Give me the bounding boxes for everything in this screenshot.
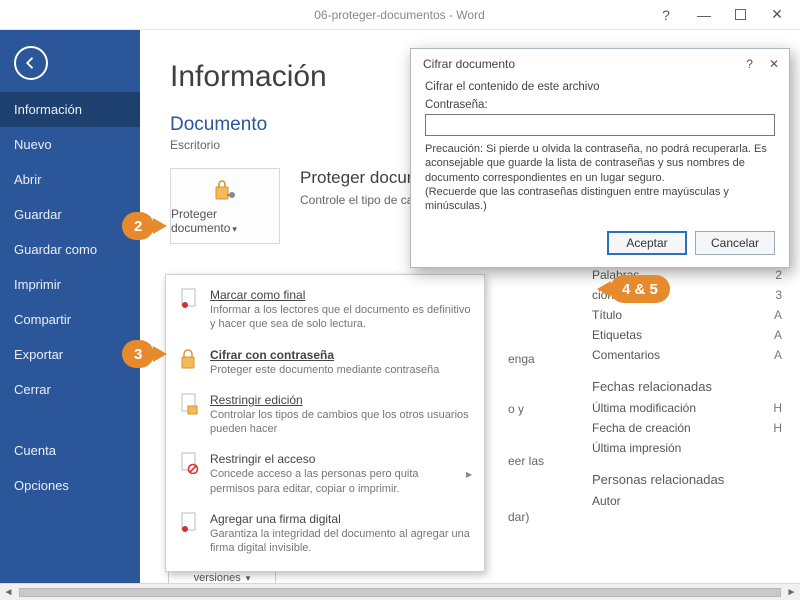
callout-4-5: 4 & 5 [597, 275, 670, 303]
ok-button[interactable]: Aceptar [607, 231, 687, 255]
scrollbar-thumb[interactable] [19, 588, 781, 597]
dd-encrypt-password[interactable]: Cifrar con contraseñaProteger este docum… [166, 341, 484, 386]
dialog-help-icon[interactable]: ? [746, 57, 753, 71]
password-input[interactable] [425, 114, 775, 136]
dialog-close-button[interactable]: ✕ [769, 57, 779, 71]
encrypt-dialog: Cifrar documento ? ✕ Cifrar el contenido… [410, 48, 790, 268]
callout-2: 2 [122, 212, 167, 240]
dd-mark-final[interactable]: Marcar como finalInformar a los lectores… [166, 281, 484, 341]
chevron-right-icon: ▸ [466, 467, 472, 481]
dialog-title: Cifrar documento [423, 57, 515, 71]
maximize-button[interactable] [735, 9, 746, 20]
sidebar-item-export[interactable]: Exportar [0, 337, 140, 372]
cancel-button[interactable]: Cancelar [695, 231, 775, 255]
close-button[interactable]: ✕ [770, 6, 784, 23]
sidebar-item-close[interactable]: Cerrar [0, 372, 140, 407]
callout-3: 3 [122, 340, 167, 368]
chevron-down-icon: ▾ [246, 573, 251, 583]
chevron-down-icon: ▾ [232, 224, 237, 234]
sidebar-item-share[interactable]: Compartir [0, 302, 140, 337]
protect-button-label: Proteger documento▾ [171, 207, 279, 235]
lock-key-icon [210, 177, 240, 203]
document-lock-icon [178, 393, 200, 437]
sidebar-item-saveas[interactable]: Guardar como [0, 232, 140, 267]
document-ribbon-icon [178, 288, 200, 332]
dialog-subtitle: Cifrar el contenido de este archivo [425, 81, 775, 93]
sidebar-item-new[interactable]: Nuevo [0, 127, 140, 162]
sidebar-item-options[interactable]: Opciones [0, 468, 140, 503]
horizontal-scrollbar[interactable]: ◄ ► [0, 583, 800, 600]
back-button[interactable] [14, 46, 48, 80]
lock-key-icon [178, 348, 200, 377]
sidebar-item-account[interactable]: Cuenta [0, 433, 140, 468]
bg-text: o y [508, 402, 524, 416]
minimize-button[interactable]: — [697, 7, 711, 23]
help-icon[interactable]: ? [659, 7, 673, 23]
sidebar-item-open[interactable]: Abrir [0, 162, 140, 197]
scroll-left-icon[interactable]: ◄ [0, 587, 17, 598]
bg-text: dar) [508, 510, 529, 524]
window-title: 06-proteger-documentos - Word [140, 8, 659, 22]
backstage-sidebar: Información Nuevo Abrir Guardar Guardar … [0, 30, 140, 600]
document-block-icon [178, 452, 200, 496]
bg-text: eer las [508, 454, 544, 468]
sidebar-item-save[interactable]: Guardar [0, 197, 140, 232]
dialog-warning: Precaución: Si pierde u olvida la contra… [425, 142, 775, 213]
sidebar-item-print[interactable]: Imprimir [0, 267, 140, 302]
dd-restrict-access[interactable]: Restringir el accesoConcede acceso a las… [166, 445, 484, 505]
document-ribbon-icon [178, 512, 200, 556]
title-bar: 06-proteger-documentos - Word ? — ✕ [0, 0, 800, 30]
scroll-right-icon[interactable]: ► [783, 587, 800, 598]
dates-header: Fechas relacionadas [592, 379, 782, 394]
people-header: Personas relacionadas [592, 472, 782, 487]
sidebar-item-info[interactable]: Información [0, 92, 140, 127]
protect-dropdown: Marcar como finalInformar a los lectores… [165, 274, 485, 572]
bg-text: enga [508, 352, 535, 366]
dd-add-signature[interactable]: Agregar una firma digitalGarantiza la in… [166, 505, 484, 565]
password-label: Contraseña: [425, 99, 775, 111]
protect-document-button[interactable]: Proteger documento▾ [170, 168, 280, 244]
app-root: 06-proteger-documentos - Word ? — ✕ Kayl… [0, 0, 800, 600]
dd-restrict-editing[interactable]: Restringir ediciónControlar los tipos de… [166, 386, 484, 446]
